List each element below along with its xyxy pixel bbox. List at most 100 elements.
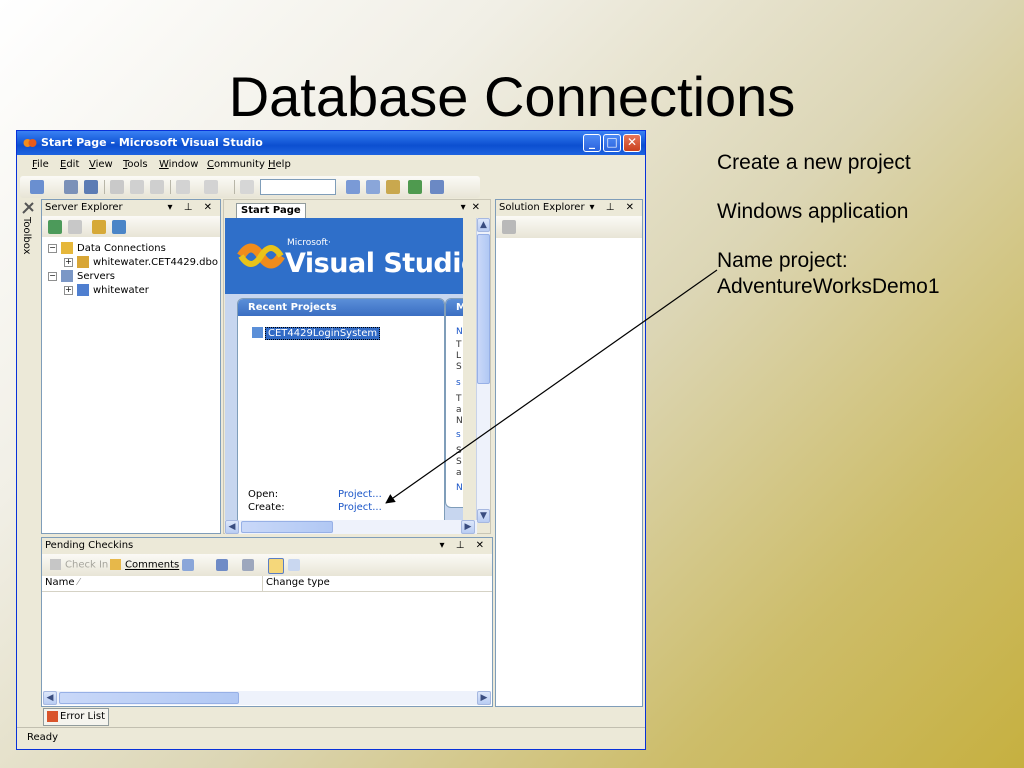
redo-icon[interactable] bbox=[204, 180, 218, 194]
news-text: S bbox=[456, 446, 462, 456]
msdn-news-box: M N T L S s T a N s S S a N bbox=[445, 298, 463, 508]
title-bar[interactable]: Start Page - Microsoft Visual Studio _ □… bbox=[17, 131, 645, 155]
options-icon[interactable] bbox=[182, 559, 194, 571]
minimize-icon: _ bbox=[589, 135, 595, 149]
column-divider[interactable] bbox=[262, 576, 263, 591]
solution-explorer-title: Solution Explorer bbox=[499, 202, 585, 213]
start-page-vertical-scrollbar[interactable]: ▲ ▼ bbox=[476, 218, 490, 523]
expand-icon[interactable]: + bbox=[64, 257, 73, 267]
news-text[interactable]: N bbox=[456, 327, 463, 337]
document-window-buttons[interactable]: ▾✕ bbox=[461, 202, 486, 213]
maximize-button[interactable]: □ bbox=[603, 134, 621, 152]
workspace-icon[interactable] bbox=[242, 559, 254, 571]
start-page-document: Start Page ▾✕ Microsoft· Visual Studio2 … bbox=[223, 199, 491, 534]
cut-icon[interactable] bbox=[110, 180, 124, 194]
sort-icon[interactable] bbox=[216, 559, 228, 571]
news-text[interactable]: s bbox=[456, 430, 461, 440]
menu-file[interactable]: File bbox=[32, 159, 49, 170]
pending-checkins-toolbar: Check In Comments bbox=[42, 554, 492, 576]
column-header-change-type[interactable]: Change type bbox=[266, 577, 330, 588]
tree-item-server[interactable]: + whitewater bbox=[64, 284, 149, 296]
start-page-horizontal-scrollbar[interactable]: ◀ ▶ bbox=[225, 520, 477, 534]
solution-explorer-header: Solution Explorer ▾ ⊥ ✕ bbox=[496, 200, 642, 216]
tree-view-icon[interactable] bbox=[288, 559, 300, 571]
news-text[interactable]: N bbox=[456, 483, 463, 493]
check-in-icon bbox=[50, 559, 61, 570]
tree-item-servers[interactable]: − Servers bbox=[48, 270, 115, 282]
connect-to-database-icon[interactable] bbox=[92, 220, 106, 234]
scroll-right-button[interactable]: ▶ bbox=[461, 520, 475, 534]
properties-icon[interactable] bbox=[386, 180, 400, 194]
copy-icon[interactable] bbox=[130, 180, 144, 194]
menu-tools[interactable]: Tools bbox=[123, 159, 148, 170]
vertical-scroll-thumb[interactable] bbox=[477, 234, 490, 384]
save-icon[interactable] bbox=[64, 180, 78, 194]
create-project-link[interactable]: Project... bbox=[338, 502, 382, 513]
server-explorer-title: Server Explorer bbox=[45, 202, 123, 213]
horizontal-scroll-thumb[interactable] bbox=[241, 521, 333, 533]
scroll-down-button[interactable]: ▼ bbox=[477, 509, 490, 523]
pending-checkins-horizontal-scrollbar[interactable]: ◀ ▶ bbox=[43, 691, 491, 705]
horizontal-scroll-thumb[interactable] bbox=[59, 692, 239, 704]
toolbox-strip[interactable]: Toolbox bbox=[18, 199, 38, 399]
object-browser-icon[interactable] bbox=[408, 180, 422, 194]
menu-view[interactable]: View bbox=[89, 159, 113, 170]
scroll-left-button[interactable]: ◀ bbox=[43, 691, 57, 705]
scroll-right-button[interactable]: ▶ bbox=[477, 691, 491, 705]
news-text: T bbox=[456, 340, 462, 350]
minimize-button[interactable]: _ bbox=[583, 134, 601, 152]
window-title: Start Page - Microsoft Visual Studio bbox=[41, 136, 263, 149]
toolbox-icon bbox=[22, 202, 34, 214]
solution-explorer-icon[interactable] bbox=[366, 180, 380, 194]
properties-icon[interactable] bbox=[502, 220, 516, 234]
column-header-name[interactable]: Name ⁄ bbox=[45, 577, 79, 588]
save-all-icon[interactable] bbox=[84, 180, 98, 194]
news-text: L bbox=[456, 351, 462, 361]
server-explorer-window-buttons[interactable]: ▾ ⊥ ✕ bbox=[168, 200, 216, 216]
menu-edit[interactable]: Edit bbox=[60, 159, 79, 170]
connect-to-server-icon[interactable] bbox=[112, 220, 126, 234]
open-label: Open: bbox=[248, 489, 279, 500]
solution-configuration-combo[interactable] bbox=[260, 179, 336, 195]
visual-studio-window: Start Page - Microsoft Visual Studio _ □… bbox=[16, 130, 646, 750]
chevron-left-icon: ◀ bbox=[228, 522, 236, 532]
new-project-icon[interactable] bbox=[30, 180, 44, 194]
flat-view-icon[interactable] bbox=[268, 558, 284, 574]
open-project-link[interactable]: Project... bbox=[338, 489, 382, 500]
scroll-left-button[interactable]: ◀ bbox=[225, 520, 239, 534]
solution-explorer-window-buttons[interactable]: ▾ ⊥ ✕ bbox=[590, 200, 638, 216]
check-in-button[interactable]: Check In bbox=[50, 559, 108, 571]
menu-window-rest: indow bbox=[168, 159, 199, 170]
stop-icon[interactable] bbox=[68, 220, 82, 234]
tab-error-list[interactable]: Error List bbox=[43, 708, 110, 726]
toolbar-separator bbox=[104, 180, 105, 194]
collapse-icon[interactable]: − bbox=[48, 271, 57, 281]
paste-icon[interactable] bbox=[150, 180, 164, 194]
tree-label: Servers bbox=[77, 271, 116, 282]
project-icon bbox=[252, 327, 263, 338]
scroll-up-button[interactable]: ▲ bbox=[477, 218, 490, 232]
news-text[interactable]: s bbox=[456, 378, 461, 388]
tab-start-page[interactable]: Start Page bbox=[236, 203, 306, 218]
toolbox-icon[interactable] bbox=[430, 180, 444, 194]
menu-window[interactable]: Window bbox=[159, 159, 198, 170]
recent-project-item[interactable]: CET4429LoginSystem bbox=[252, 326, 381, 340]
find-in-files-icon[interactable] bbox=[346, 180, 360, 194]
close-button[interactable]: ✕ bbox=[623, 134, 641, 152]
menu-community[interactable]: Community bbox=[207, 159, 265, 170]
chevron-down-icon: ▼ bbox=[480, 511, 487, 521]
undo-icon[interactable] bbox=[176, 180, 190, 194]
logo-microsoft: Microsoft· bbox=[287, 238, 331, 248]
pending-checkins-window-buttons[interactable]: ▾ ⊥ ✕ bbox=[440, 538, 488, 554]
menu-help[interactable]: Help bbox=[268, 159, 291, 170]
comments-button[interactable]: Comments bbox=[110, 559, 179, 571]
refresh-icon[interactable] bbox=[48, 220, 62, 234]
collapse-icon[interactable]: − bbox=[48, 243, 57, 253]
server-icon bbox=[77, 284, 89, 296]
tree-item-connection[interactable]: + whitewater.CET4429.dbo bbox=[64, 256, 218, 268]
tree-item-data-connections[interactable]: − Data Connections bbox=[48, 242, 166, 254]
chevron-right-icon: ▶ bbox=[480, 693, 488, 703]
expand-icon[interactable]: + bbox=[64, 285, 73, 295]
start-debugging-icon[interactable] bbox=[240, 180, 254, 194]
sort-ascending-icon: ⁄ bbox=[77, 577, 80, 588]
